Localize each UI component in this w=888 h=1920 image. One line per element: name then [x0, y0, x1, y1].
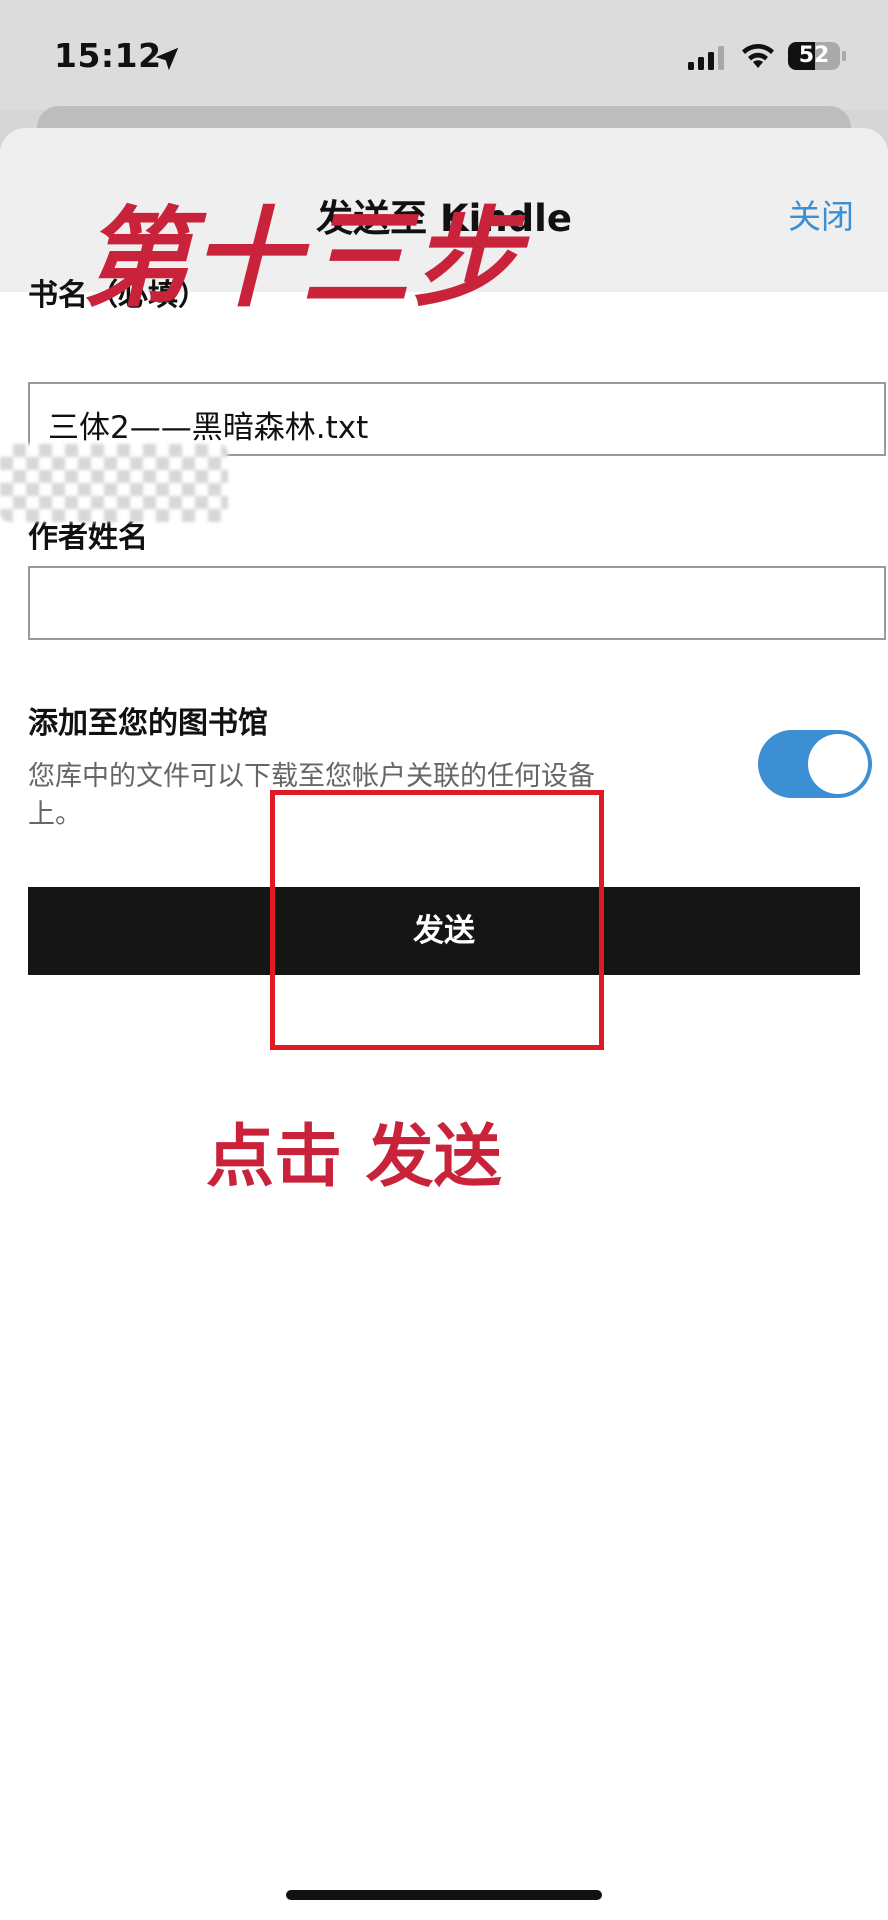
- toggle-knob: [808, 734, 868, 794]
- wifi-icon: [742, 44, 774, 68]
- add-to-library-title: 添加至您的图书馆: [28, 706, 268, 741]
- book-title-value: 三体2——黑暗森林.txt: [48, 410, 369, 446]
- author-name-input[interactable]: [28, 566, 886, 640]
- status-bar: 15:12 52: [0, 0, 888, 110]
- annotation-highlight-box: [270, 790, 604, 1050]
- status-time: 15:12: [54, 36, 162, 75]
- battery-percentage: 52: [798, 43, 830, 68]
- close-button[interactable]: 关闭: [788, 190, 854, 238]
- annotation-step-label: 第十三步: [82, 197, 523, 322]
- annotation-hint-text: 点击 发送: [206, 1118, 502, 1197]
- redacted-author-overlay: [0, 444, 228, 522]
- cellular-signal-icon: [688, 46, 724, 70]
- location-arrow-icon: [155, 47, 179, 71]
- battery-tip: [842, 51, 846, 61]
- home-indicator: [286, 1890, 602, 1900]
- add-to-library-toggle[interactable]: [758, 730, 872, 798]
- battery-indicator: 52: [788, 42, 840, 70]
